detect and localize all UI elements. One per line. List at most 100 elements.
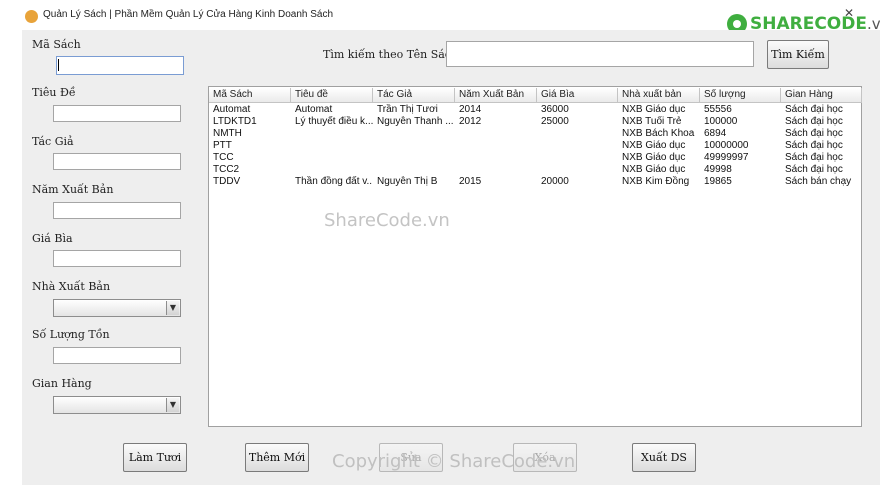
table-row[interactable]: TCC2 NXB Giáo dục 49998 Sách đại học <box>209 164 862 176</box>
app-window: Quản Lý Sách | Phần Mềm Quản Lý Cửa Hàng… <box>22 0 880 488</box>
table-row[interactable]: PTT NXB Giáo dục 10000000 Sách đại học <box>209 140 862 152</box>
table-header: Mã Sách Tiêu đề Tác Giả Năm Xuất Bản Giá Bìa… <box>209 88 862 103</box>
table-cell <box>291 152 373 164</box>
column-header[interactable]: Tác Giả <box>373 88 455 103</box>
table-cell: NXB Tuổi Trẻ <box>622 116 682 127</box>
table-cell: Lý thuyết điều k... <box>295 116 373 127</box>
table-cell <box>455 164 537 176</box>
table-cell <box>291 128 373 140</box>
column-header[interactable]: Số lượng <box>700 88 781 103</box>
column-header[interactable]: Năm Xuất Bản <box>455 88 537 103</box>
table-cell <box>373 128 455 140</box>
tac-gia-input[interactable] <box>53 153 181 170</box>
watermark-center: ShareCode.vn <box>324 210 450 231</box>
table-cell: 55556 <box>704 104 732 115</box>
window-title: Quản Lý Sách | Phần Mềm Quản Lý Cửa Hàng… <box>43 9 334 20</box>
table-cell: TDDV <box>213 176 241 187</box>
table-cell: 36000 <box>541 104 569 115</box>
table-cell <box>291 164 373 176</box>
table-cell: 49998 <box>704 164 732 175</box>
table-cell: Sách đại học <box>785 152 843 163</box>
nam-xuat-ban-label: Năm Xuất Bản <box>32 183 114 196</box>
watermark-bottom: Copyright © ShareCode.vn <box>332 451 576 472</box>
text-caret <box>58 59 59 71</box>
table-cell: TCC2 <box>213 164 240 175</box>
table-cell: Sách đại học <box>785 140 843 151</box>
tieu-de-input[interactable] <box>53 105 181 122</box>
table-cell <box>537 164 618 176</box>
table-cell <box>291 140 373 152</box>
table-cell: Nguyễn Thanh ... <box>377 116 454 127</box>
table-row[interactable]: NMTH NXB Bách Khoa 6894 Sách đại học <box>209 128 862 140</box>
table-cell: NXB Giáo dục <box>622 164 686 175</box>
column-header[interactable]: Giá Bìa <box>537 88 618 103</box>
table-cell: LTDKTD1 <box>213 116 257 127</box>
chevron-down-icon[interactable]: ▼ <box>166 398 179 412</box>
chevron-down-icon[interactable]: ▼ <box>166 301 179 315</box>
export-list-button[interactable]: Xuất DS <box>632 443 696 472</box>
app-book-icon <box>25 10 38 23</box>
table-cell: 2015 <box>459 176 482 187</box>
table-cell <box>373 152 455 164</box>
gia-bia-input[interactable] <box>53 250 181 267</box>
table-cell: NMTH <box>213 128 242 139</box>
table-cell: Trần Thị Tươi <box>377 104 438 115</box>
table-cell <box>455 128 537 140</box>
column-header[interactable]: Mã Sách <box>209 88 291 103</box>
table-cell: PTT <box>213 140 232 151</box>
search-button[interactable]: Tìm Kiếm <box>767 40 829 69</box>
table-cell: 25000 <box>541 116 569 127</box>
nha-xuat-ban-dropdown[interactable]: ▼ <box>53 299 181 317</box>
table-cell: 19865 <box>704 176 732 187</box>
table-cell: 100000 <box>704 116 738 127</box>
table-cell <box>373 164 455 176</box>
table-cell: Sách đại học <box>785 164 843 175</box>
table-row[interactable]: Automat Automat Trần Thị Tươi 2014 36000 NXB … <box>209 104 862 116</box>
table-cell: NXB Giáo dục <box>622 104 686 115</box>
table-cell: 2012 <box>459 116 482 127</box>
table-cell: TCC <box>213 152 234 163</box>
table-row[interactable]: TCC NXB Giáo dục 49999997 Sách đại học <box>209 152 862 164</box>
gian-hang-dropdown[interactable]: ▼ <box>53 396 181 414</box>
ma-sach-label: Mã Sách <box>32 38 81 51</box>
table-cell: 20000 <box>541 176 569 187</box>
table-cell <box>455 152 537 164</box>
table-cell <box>455 140 537 152</box>
table-cell: Automat <box>295 104 333 115</box>
so-luong-ton-input[interactable] <box>53 347 181 364</box>
table-cell: 6894 <box>704 128 727 139</box>
table-cell: Sách đại học <box>785 128 843 139</box>
book-list-panel: Tìm kiếm theo Tên Sách Tìm Kiếm Mã Sách T… <box>205 30 880 485</box>
table-cell: NXB Giáo dục <box>622 140 686 151</box>
tac-gia-label: Tác Giả <box>32 135 74 148</box>
table-cell: NXB Giáo dục <box>622 152 686 163</box>
column-header[interactable]: Nhà xuất bản <box>618 88 700 103</box>
table-cell: Thần đồng đất v... <box>295 176 373 187</box>
refresh-button[interactable]: Làm Tươi <box>123 443 187 472</box>
column-header[interactable]: Tiêu đề <box>291 88 373 103</box>
table-row[interactable]: LTDKTD1 Lý thuyết điều k... Nguyễn Thanh .… <box>209 116 862 128</box>
table-cell: NXB Bách Khoa <box>622 128 695 139</box>
nam-xuat-ban-input[interactable] <box>53 202 181 219</box>
table-cell: 2014 <box>459 104 482 115</box>
table-cell: Nguyễn Thị B <box>377 176 438 187</box>
table-cell: 10000000 <box>704 140 749 151</box>
tieu-de-label: Tiêu Đề <box>32 86 76 99</box>
table-cell: Automat <box>213 104 251 115</box>
column-header[interactable]: Gian Hàng <box>781 88 862 103</box>
table-cell: 49999997 <box>704 152 749 163</box>
books-table[interactable]: Mã Sách Tiêu đề Tác Giả Năm Xuất Bản Giá Bìa… <box>208 86 862 427</box>
table-cell <box>537 140 618 152</box>
close-icon[interactable]: ✕ <box>844 6 854 20</box>
so-luong-ton-label: Số Lượng Tồn <box>32 328 110 341</box>
add-new-button[interactable]: Thêm Mới <box>245 443 309 472</box>
search-input[interactable] <box>446 41 754 67</box>
table-cell: Sách đại học <box>785 104 843 115</box>
table-cell <box>373 140 455 152</box>
table-cell: NXB Kim Đồng <box>622 176 690 187</box>
table-cell <box>537 152 618 164</box>
table-row[interactable]: TDDV Thần đồng đất v... Nguyễn Thị B 2015 20… <box>209 176 862 188</box>
nha-xuat-ban-label: Nhà Xuất Bản <box>32 280 111 293</box>
ma-sach-input[interactable] <box>56 56 184 75</box>
table-cell <box>537 128 618 140</box>
